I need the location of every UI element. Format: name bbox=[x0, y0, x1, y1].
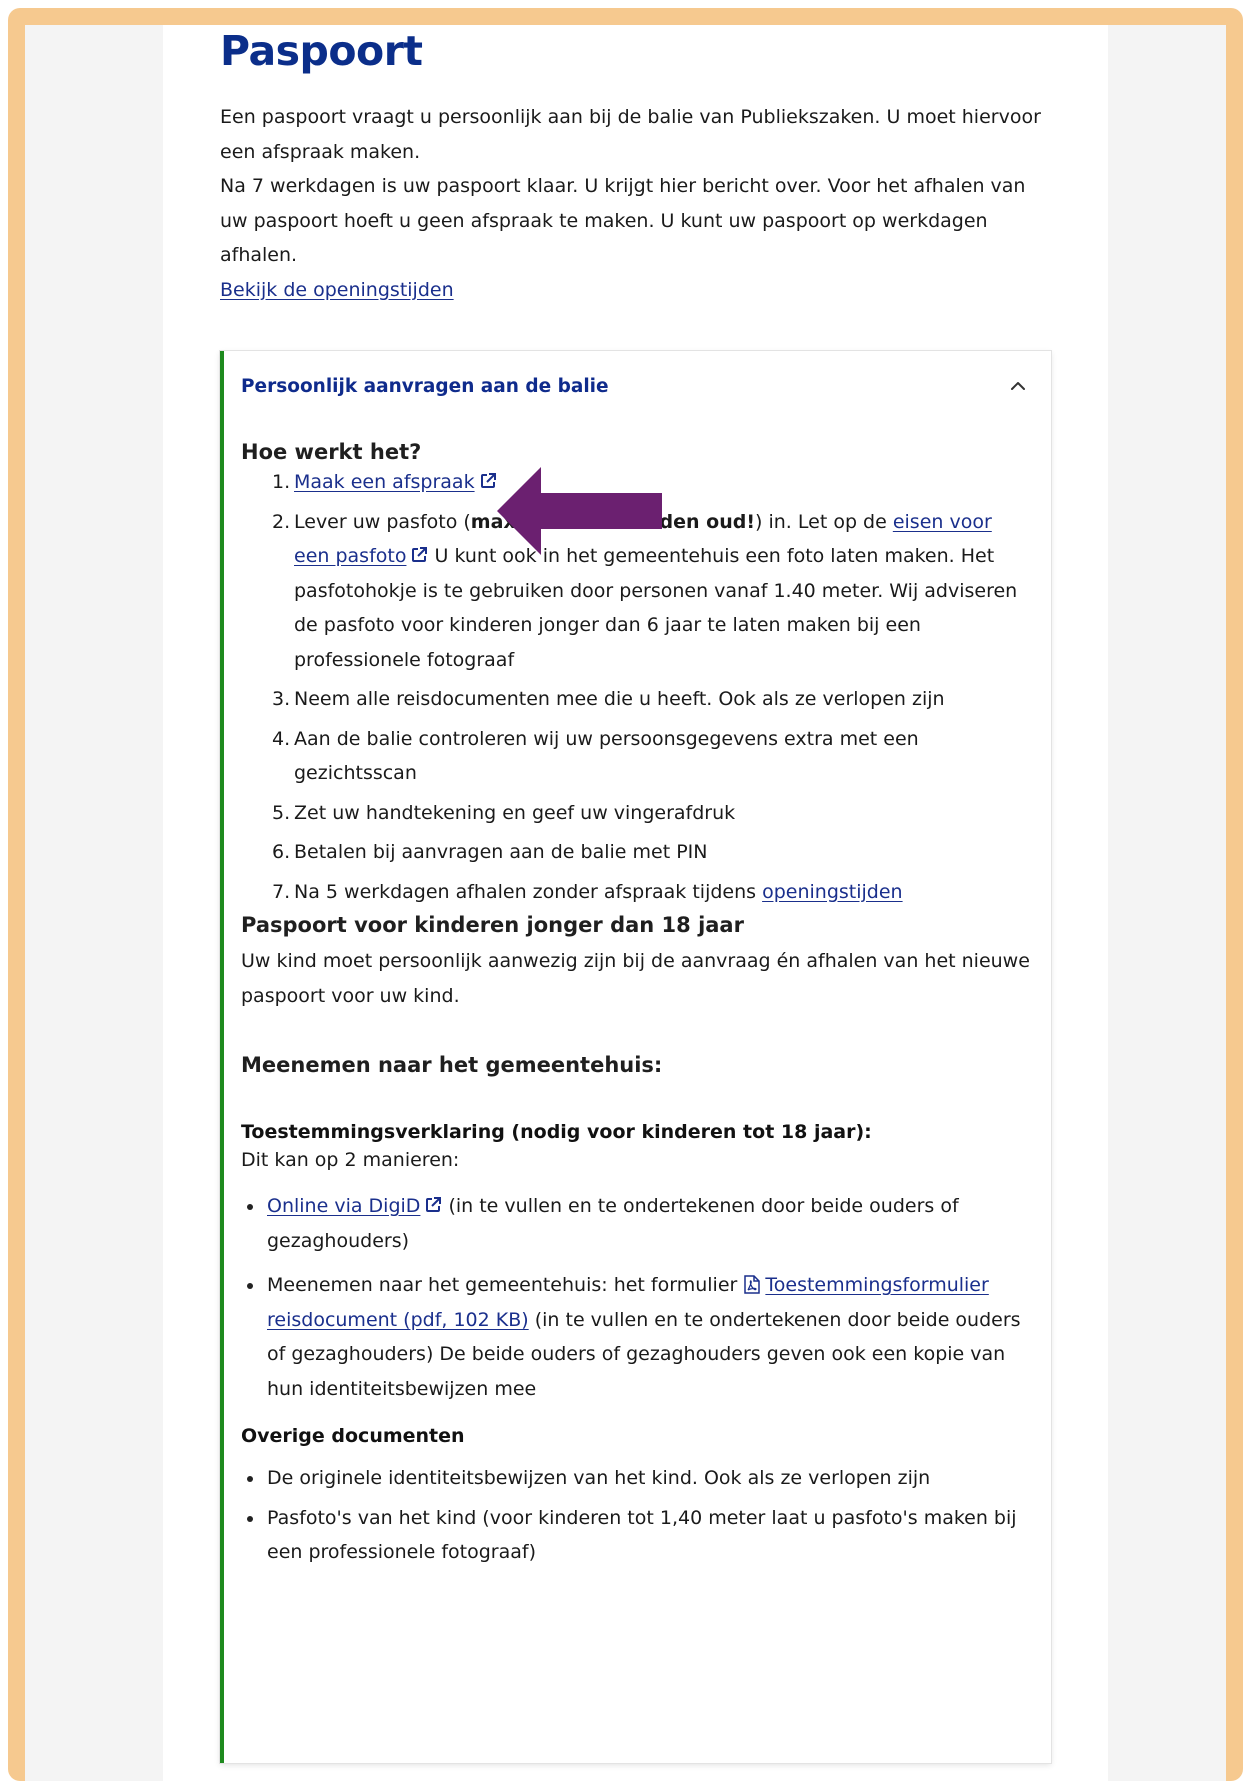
accordion-title: Persoonlijk aanvragen aan de balie bbox=[241, 376, 609, 397]
list-item: 5. Zet uw handtekening en geef uw vinger… bbox=[241, 796, 1031, 831]
list-item: Online via DigiD (in te vullen en te ond… bbox=[241, 1189, 1031, 1258]
other-docs-list: De originele identiteitsbewijzen van het… bbox=[241, 1461, 1031, 1570]
step-number: 5. bbox=[272, 801, 291, 824]
step-text: ) in. Let op de bbox=[755, 510, 893, 533]
arrow-left-icon bbox=[497, 467, 662, 555]
step-number: 7. bbox=[272, 880, 291, 903]
chevron-up-icon[interactable] bbox=[1009, 377, 1027, 395]
list-text: De originele identiteitsbewijzen van het… bbox=[267, 1467, 931, 1489]
kids-text: Uw kind moet persoonlijk aanwezig zijn b… bbox=[241, 950, 1030, 1007]
accordion-persoonlijk-aanvragen: Persoonlijk aanvragen aan de balie Hoe w… bbox=[220, 351, 1051, 1763]
openingstijden-link-2[interactable]: openingstijden bbox=[762, 881, 903, 903]
list-item: 3. Neem alle reisdocumenten mee die u he… bbox=[241, 682, 1031, 717]
external-link-icon bbox=[426, 1197, 442, 1212]
page-title: Paspoort bbox=[220, 27, 423, 75]
maak-afspraak-link[interactable]: Maak een afspraak bbox=[294, 471, 475, 493]
consent-list: Online via DigiD (in te vullen en te ond… bbox=[241, 1189, 1031, 1406]
intro-paragraph-1: Een paspoort vraagt u persoonlijk aan bi… bbox=[220, 106, 1041, 163]
step-number: 3. bbox=[272, 688, 291, 710]
list-text: Meenemen naar het gemeentehuis: het form… bbox=[267, 1274, 744, 1296]
list-item: 7. Na 5 werkdagen afhalen zonder afspraa… bbox=[241, 875, 1031, 910]
step-text: Lever uw pasfoto ( bbox=[294, 510, 471, 533]
accordion-header[interactable]: Persoonlijk aanvragen aan de balie bbox=[224, 351, 1047, 423]
step-number: 6. bbox=[272, 841, 291, 863]
step-text: Na 5 werkdagen afhalen zonder afspraak t… bbox=[294, 880, 763, 903]
consent-intro: Dit kan op 2 manieren: bbox=[241, 1149, 460, 1171]
list-item: Meenemen naar het gemeentehuis: het form… bbox=[241, 1268, 1031, 1406]
other-docs-heading: Overige documenten bbox=[241, 1425, 465, 1447]
bring-heading: Meenemen naar het gemeentehuis: bbox=[241, 1053, 663, 1077]
step-number: 2. bbox=[272, 510, 291, 533]
step-number: 4. bbox=[272, 727, 291, 750]
intro-text: Een paspoort vraagt u persoonlijk aan bi… bbox=[220, 100, 1050, 307]
step-text: Betalen bij aanvragen aan de balie met P… bbox=[294, 841, 708, 863]
intro-paragraph-2: Na 7 werkdagen is uw paspoort klaar. U k… bbox=[220, 175, 1026, 266]
list-item: 6. Betalen bij aanvragen aan de balie me… bbox=[241, 835, 1031, 870]
online-digid-link[interactable]: Online via DigiD bbox=[267, 1195, 420, 1217]
list-item: De originele identiteitsbewijzen van het… bbox=[241, 1461, 1031, 1496]
step-text: Aan de balie controleren wij uw persoons… bbox=[294, 727, 919, 785]
pdf-icon bbox=[744, 1275, 761, 1294]
step-text: Zet uw handtekening en geef uw vingerafd… bbox=[294, 801, 736, 824]
kids-heading: Paspoort voor kinderen jonger dan 18 jaa… bbox=[241, 913, 744, 937]
step-number: 1. bbox=[272, 471, 291, 493]
main-content: Paspoort Een paspoort vraagt u persoonli… bbox=[163, 25, 1108, 1789]
external-link-icon bbox=[480, 473, 496, 488]
openingstijden-link[interactable]: Bekijk de openingstijden bbox=[220, 279, 454, 301]
list-item: 4. Aan de balie controleren wij uw perso… bbox=[241, 722, 1031, 791]
step-text: Neem alle reisdocumenten mee die u heeft… bbox=[294, 688, 945, 710]
list-text: Pasfoto's van het kind (voor kinderen to… bbox=[267, 1506, 1017, 1564]
external-link-icon bbox=[412, 547, 428, 562]
list-item: Pasfoto's van het kind (voor kinderen to… bbox=[241, 1501, 1031, 1570]
